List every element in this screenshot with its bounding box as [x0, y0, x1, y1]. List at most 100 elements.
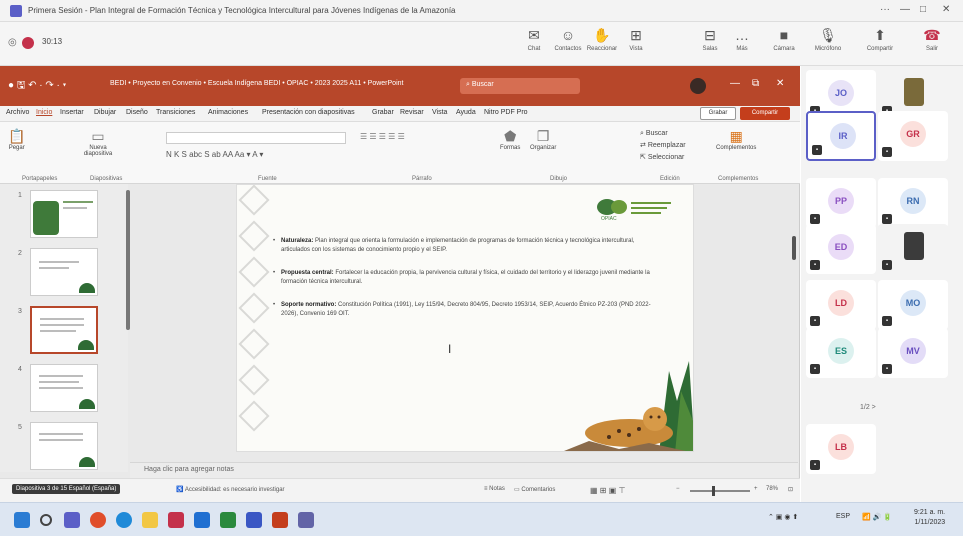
participant-tile[interactable]: MV ▪: [878, 328, 948, 378]
powerpoint-taskbar-icon[interactable]: [272, 512, 288, 528]
tab-animaciones[interactable]: Animaciones: [208, 109, 248, 116]
tab-grabar[interactable]: Grabar: [372, 109, 394, 116]
paste-label: Pegar: [8, 145, 25, 151]
quick-access-toolbar[interactable]: ● 🖫 ↶ · ↷ · ▾: [8, 78, 66, 95]
tab-archivo[interactable]: Archivo: [6, 109, 29, 116]
clock[interactable]: 9:21 a. m. 1/11/2023: [914, 508, 945, 528]
new-slide-button[interactable]: ▭ Nueva diapositiva: [80, 128, 116, 157]
more-button[interactable]: … Más: [722, 26, 762, 62]
muted-mic-icon: ▪: [882, 316, 892, 326]
notes-toggle[interactable]: ≡ Notas: [484, 486, 505, 492]
participant-tile[interactable]: ▪: [878, 224, 948, 274]
zoom-out-icon[interactable]: −: [676, 486, 680, 492]
language-indicator[interactable]: ESP: [836, 513, 850, 520]
slide-thumbnail-3[interactable]: [30, 306, 98, 354]
slide-thumbnail-2[interactable]: [30, 248, 98, 296]
leave-button[interactable]: ☎ Salir: [912, 26, 952, 62]
select-icon: ⇱: [640, 154, 648, 161]
teams-taskbar-icon[interactable]: [64, 512, 80, 528]
fit-slide-icon[interactable]: ⊡: [788, 486, 793, 493]
network-icon[interactable]: 📶 🔊 🔋: [862, 513, 892, 521]
participant-tile[interactable]: ES ▪: [806, 328, 876, 378]
tab-dibujar[interactable]: Dibujar: [94, 109, 116, 116]
tab-diseno[interactable]: Diseño: [126, 109, 148, 116]
tab-vista[interactable]: Vista: [432, 109, 447, 116]
paragraph-buttons[interactable]: ☰ ☰ ☰ ☰ ☰: [360, 132, 405, 141]
ppt-share-button[interactable]: Compartir: [740, 107, 790, 120]
tab-nitro[interactable]: Nitro PDF Pro: [484, 109, 528, 116]
select-label: Seleccionar: [647, 154, 685, 161]
shapes-button[interactable]: ⬟ Formas: [500, 128, 520, 151]
ppt-search-box[interactable]: ⌕ Buscar: [460, 78, 580, 94]
replace-button[interactable]: ⇄ Reemplazar: [640, 140, 686, 152]
more-icon[interactable]: ···: [880, 4, 890, 15]
slide-thumbnail-5[interactable]: [30, 422, 98, 470]
word-icon[interactable]: [246, 512, 262, 528]
notes-pane[interactable]: Haga clic para agregar notas: [130, 462, 798, 478]
participant-tile[interactable]: LD ▪: [806, 280, 876, 330]
mic-button[interactable]: 🎙 Micrófono: [808, 26, 848, 62]
select-button[interactable]: ⇱ Seleccionar: [640, 152, 686, 164]
teams-active-icon[interactable]: [298, 512, 314, 528]
ppt-minimize-icon[interactable]: —: [730, 78, 740, 89]
share-button[interactable]: ⬆ Compartir: [860, 26, 900, 62]
maximize-icon[interactable]: □: [920, 4, 926, 15]
addins-button[interactable]: ▦ Complementos: [716, 128, 756, 151]
muted-mic-icon: ▪: [882, 260, 892, 270]
participant-tile[interactable]: PP ▪: [806, 178, 876, 228]
participant-tile[interactable]: ED ▪: [806, 224, 876, 274]
record-button[interactable]: Grabar: [700, 107, 736, 120]
paste-button[interactable]: 📋 Pegar: [8, 128, 25, 151]
participant-tile[interactable]: RN ▪: [878, 178, 948, 228]
view-buttons[interactable]: ▦ ⊞ ▣ ⊤: [590, 486, 625, 495]
tab-insertar[interactable]: Insertar: [60, 109, 84, 116]
participant-tile[interactable]: GR ▪: [878, 111, 948, 161]
microphone-icon: 🎙: [819, 27, 837, 43]
participant-tile[interactable]: IR ▪: [806, 111, 876, 161]
bullet-soporte: Soporte normativo: Constitución Política…: [273, 301, 661, 319]
tray-icons[interactable]: ⌃ ▣ ◉ ⬆: [768, 513, 798, 521]
participants-scrollbar[interactable]: [792, 236, 796, 260]
zoom-slider[interactable]: [690, 490, 750, 492]
font-name-box[interactable]: [166, 132, 346, 144]
editing-group[interactable]: ⌕ Buscar ⇄ Reemplazar ⇱ Seleccionar: [640, 128, 686, 164]
view-button[interactable]: ⊞ Vista: [616, 26, 656, 62]
tab-inicio[interactable]: Inicio: [36, 109, 52, 116]
zoom-slider-thumb[interactable]: [712, 486, 715, 496]
zoom-level[interactable]: 78%: [766, 486, 778, 492]
font-format-buttons[interactable]: N K S abc S ab AA Aa ▾ A ▾: [166, 150, 263, 159]
chrome-icon[interactable]: [90, 512, 106, 528]
participant-avatar: ED: [828, 234, 854, 260]
tab-transiciones[interactable]: Transiciones: [156, 109, 195, 116]
tab-ayuda[interactable]: Ayuda: [456, 109, 476, 116]
participant-tile[interactable]: MO ▪: [878, 280, 948, 330]
thumbnail-scrollbar[interactable]: [126, 190, 130, 330]
gallery-pager[interactable]: 1/2 >: [860, 404, 876, 411]
tab-presentacion[interactable]: Presentación con diapositivas: [262, 109, 355, 116]
accessibility-status[interactable]: ♿ Accesibilidad: es necesario investigar: [176, 486, 285, 493]
minimize-icon[interactable]: —: [900, 4, 910, 15]
tab-revisar[interactable]: Revisar: [400, 109, 424, 116]
edge-icon[interactable]: [116, 512, 132, 528]
opiac-logo: OPIAC: [597, 199, 671, 222]
participant-tile[interactable]: LB ▪: [806, 424, 876, 474]
zoom-in-icon[interactable]: +: [754, 486, 758, 492]
comments-toggle[interactable]: ▭ Comentarios: [514, 486, 555, 493]
folder-icon[interactable]: [142, 512, 158, 528]
ppt-restore-icon[interactable]: ⧉: [752, 78, 759, 89]
arrange-button[interactable]: ❐ Organizar: [530, 128, 556, 151]
find-button[interactable]: ⌕ Buscar: [640, 128, 686, 140]
ppt-close-icon[interactable]: ✕: [776, 78, 784, 89]
outlook-icon[interactable]: [194, 512, 210, 528]
shield-taskbar-icon[interactable]: [168, 512, 184, 528]
search-icon[interactable]: [40, 514, 52, 526]
start-icon[interactable]: [14, 512, 30, 528]
close-icon[interactable]: ✕: [942, 4, 950, 15]
camera-button[interactable]: ■ Cámara: [764, 26, 804, 62]
excel-icon[interactable]: [220, 512, 236, 528]
slide-thumbnail-4[interactable]: [30, 364, 98, 412]
slide-canvas[interactable]: OPIAC Naturaleza: Plan integral que orie…: [236, 184, 694, 452]
slide-thumbnail-1[interactable]: [30, 190, 98, 238]
group-label: Edición: [660, 176, 680, 182]
user-avatar[interactable]: [690, 78, 706, 94]
